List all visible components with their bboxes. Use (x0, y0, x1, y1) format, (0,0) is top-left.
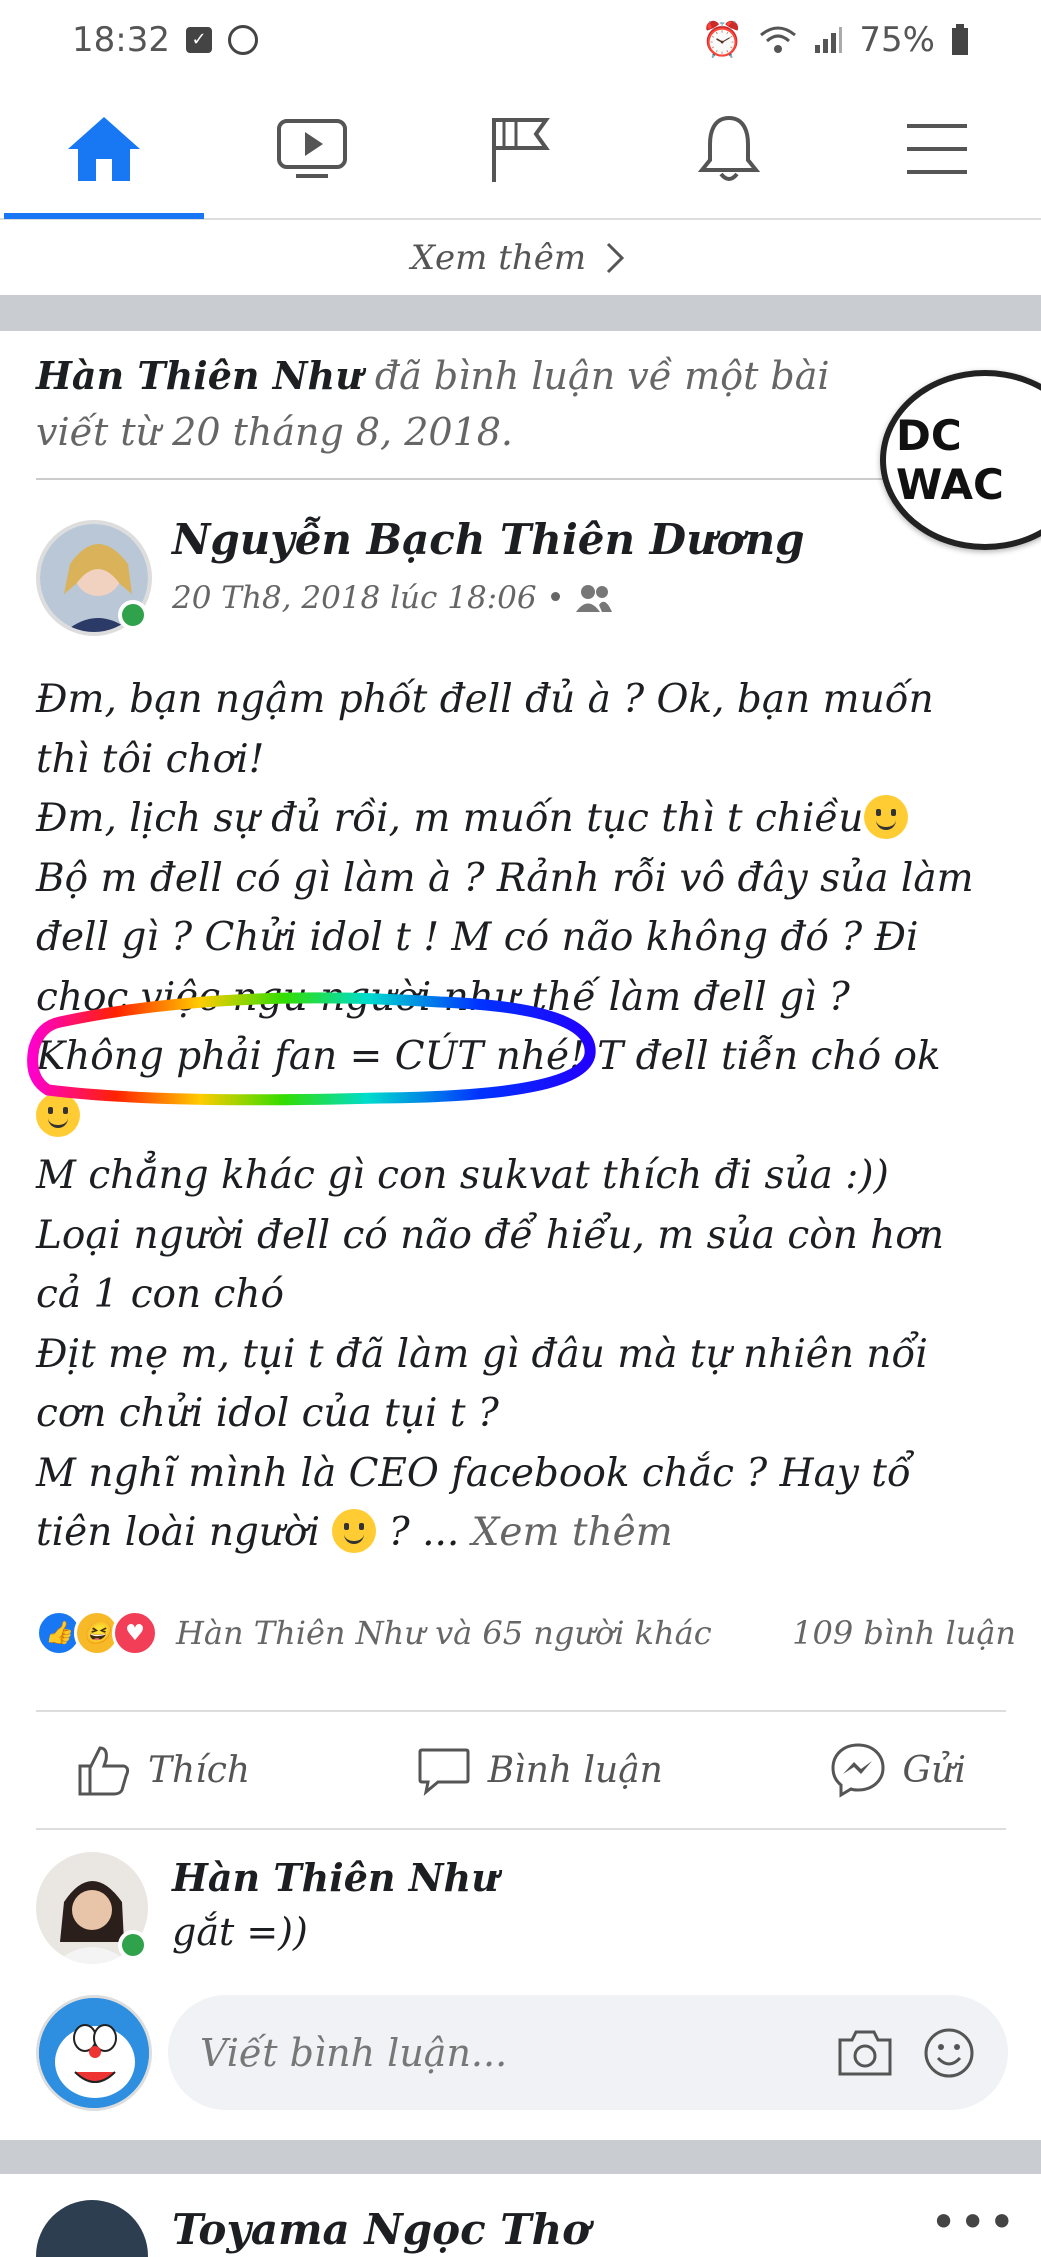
status-right: ⏰ 75% (701, 20, 969, 60)
menu-icon (906, 124, 967, 174)
send-label: Gửi (902, 1749, 966, 1791)
see-more-label: Xem thêm (410, 237, 587, 278)
comments-count[interactable]: 109 bình luận (792, 1614, 1016, 1652)
post-line: cơn chửi idol của tụi t ? (36, 1391, 499, 1436)
post-action-bar: Thích Bình luận Gửi (36, 1710, 1006, 1830)
nav-notifications[interactable] (659, 79, 799, 219)
watch-icon (277, 119, 348, 178)
post-line: Đm, bạn ngậm phốt đell đủ à ? Ok, bạn mu… (36, 677, 934, 722)
reactions-summary[interactable]: 👍 😆 ♥ Hàn Thiên Như và 65 người khác 109… (36, 1610, 1016, 1656)
nav-pages[interactable] (450, 79, 590, 219)
post-line: Loại người đell có não để hiểu, m sủa cò… (36, 1212, 944, 1258)
online-status-dot (118, 600, 148, 630)
nav-home[interactable] (4, 79, 205, 219)
friends-audience-icon (575, 585, 612, 612)
comment-button[interactable]: Bình luận (416, 1742, 663, 1798)
comment-bubble-icon (418, 1748, 470, 1796)
pages-flag-icon (492, 118, 551, 182)
emoji-picker-icon[interactable] (922, 2026, 976, 2080)
wifi-icon (760, 26, 797, 53)
love-reaction-icon: ♥ (112, 1610, 158, 1656)
post-line: Bộ m đell có gì làm à ? Rảnh rỗi vô đây … (36, 855, 974, 901)
checkbox-notification-icon: ✓ (185, 27, 212, 53)
post-line: M nghĩ mình là CEO facebook chắc ? Hay t… (36, 1450, 911, 1496)
post-line-with-emoji: Đm, lịch sự đủ rồi, m muốn tục thì t chi… (36, 789, 1026, 849)
notifications-bell-icon (697, 115, 760, 181)
alarm-icon: ⏰ (701, 20, 744, 60)
next-post-avatar[interactable] (36, 2200, 148, 2257)
signal-icon (815, 27, 843, 53)
chevron-right-icon (607, 242, 625, 273)
activity-header: Hàn Thiên Như đã bình luận về một bài vi… (36, 348, 856, 460)
comment-text: gắt =)) (172, 1910, 308, 1954)
post-line-text: Đm, lịch sự đủ rồi, m muốn tục thì t chi… (36, 796, 864, 841)
post-line: đell gì ? Chửi idol t ! M có não không đ… (36, 915, 919, 960)
activity-actor[interactable]: Hàn Thiên Như (36, 353, 363, 398)
more-options-icon[interactable]: ••• (930, 2195, 1017, 2249)
see-more-link-top[interactable]: Xem thêm (0, 220, 1041, 295)
doraemon-avatar-image (39, 1998, 149, 2108)
messenger-icon (831, 1743, 885, 1798)
post-line: thì tôi chơi! (36, 736, 265, 782)
post-line: Địt mẹ m, tụi t đã làm gì đâu mà tự nhiê… (36, 1331, 928, 1377)
battery-level: 75% (859, 20, 935, 60)
composer-icons (836, 2026, 976, 2080)
nav-watch[interactable] (242, 79, 382, 219)
rainbow-highlight-annotation (27, 992, 596, 1106)
smile-emoji-icon (863, 795, 908, 839)
see-more-link[interactable]: Xem thêm (472, 1510, 673, 1555)
post-timestamp[interactable]: 20 Th8, 2018 lúc 18:06 • (172, 580, 565, 616)
reactions-text: Hàn Thiên Như và 65 người khác (176, 1614, 712, 1652)
commenter-name[interactable]: Hàn Thiên Như (172, 1855, 499, 1900)
top-navigation (0, 80, 1041, 220)
smile-emoji-icon (332, 1509, 377, 1553)
commenter-online-dot (118, 1930, 148, 1960)
post-meta: 20 Th8, 2018 lúc 18:06 • (172, 580, 613, 616)
clock: 18:32 (72, 20, 170, 60)
badge-text: DC WAC (896, 411, 1004, 509)
post-line-last: tiên loài người ? ... Xem thêm (36, 1503, 1026, 1563)
post-ellipsis: ? ... (376, 1510, 472, 1555)
feed-divider (0, 295, 1041, 331)
battery-icon (952, 24, 968, 55)
post-line: cả 1 con chó (36, 1272, 284, 1317)
comment-composer[interactable]: Viết bình luận... (168, 1995, 1008, 2110)
post-line-text: tiên loài người (36, 1510, 320, 1555)
watermark-badge-logo: DC WAC (880, 370, 1041, 550)
home-icon (68, 117, 141, 181)
comment-input-placeholder[interactable]: Viết bình luận... (200, 2031, 507, 2075)
camera-icon[interactable] (836, 2028, 894, 2078)
like-label: Thích (148, 1749, 251, 1791)
messenger-notification-icon (227, 25, 258, 55)
send-button[interactable]: Gửi (829, 1741, 966, 1799)
next-post-author[interactable]: Toyama Ngọc Thơ (172, 2205, 590, 2254)
nav-menu[interactable] (867, 79, 1007, 219)
post-author-name[interactable]: Nguyễn Bạch Thiên Dương (172, 515, 805, 564)
like-button[interactable]: Thích (76, 1742, 250, 1798)
feed-divider (0, 2140, 1041, 2174)
comment-label: Bình luận (487, 1749, 663, 1791)
status-bar: 18:32 ✓ ⏰ 75% (0, 0, 1041, 80)
post-line: M chẳng khác gì con sukvat thích đi sủa … (36, 1153, 889, 1198)
reaction-icons: 👍 😆 ♥ (36, 1610, 158, 1656)
thumbs-up-icon (78, 1746, 130, 1796)
my-avatar (36, 1995, 152, 2111)
status-left: 18:32 ✓ (72, 20, 258, 60)
